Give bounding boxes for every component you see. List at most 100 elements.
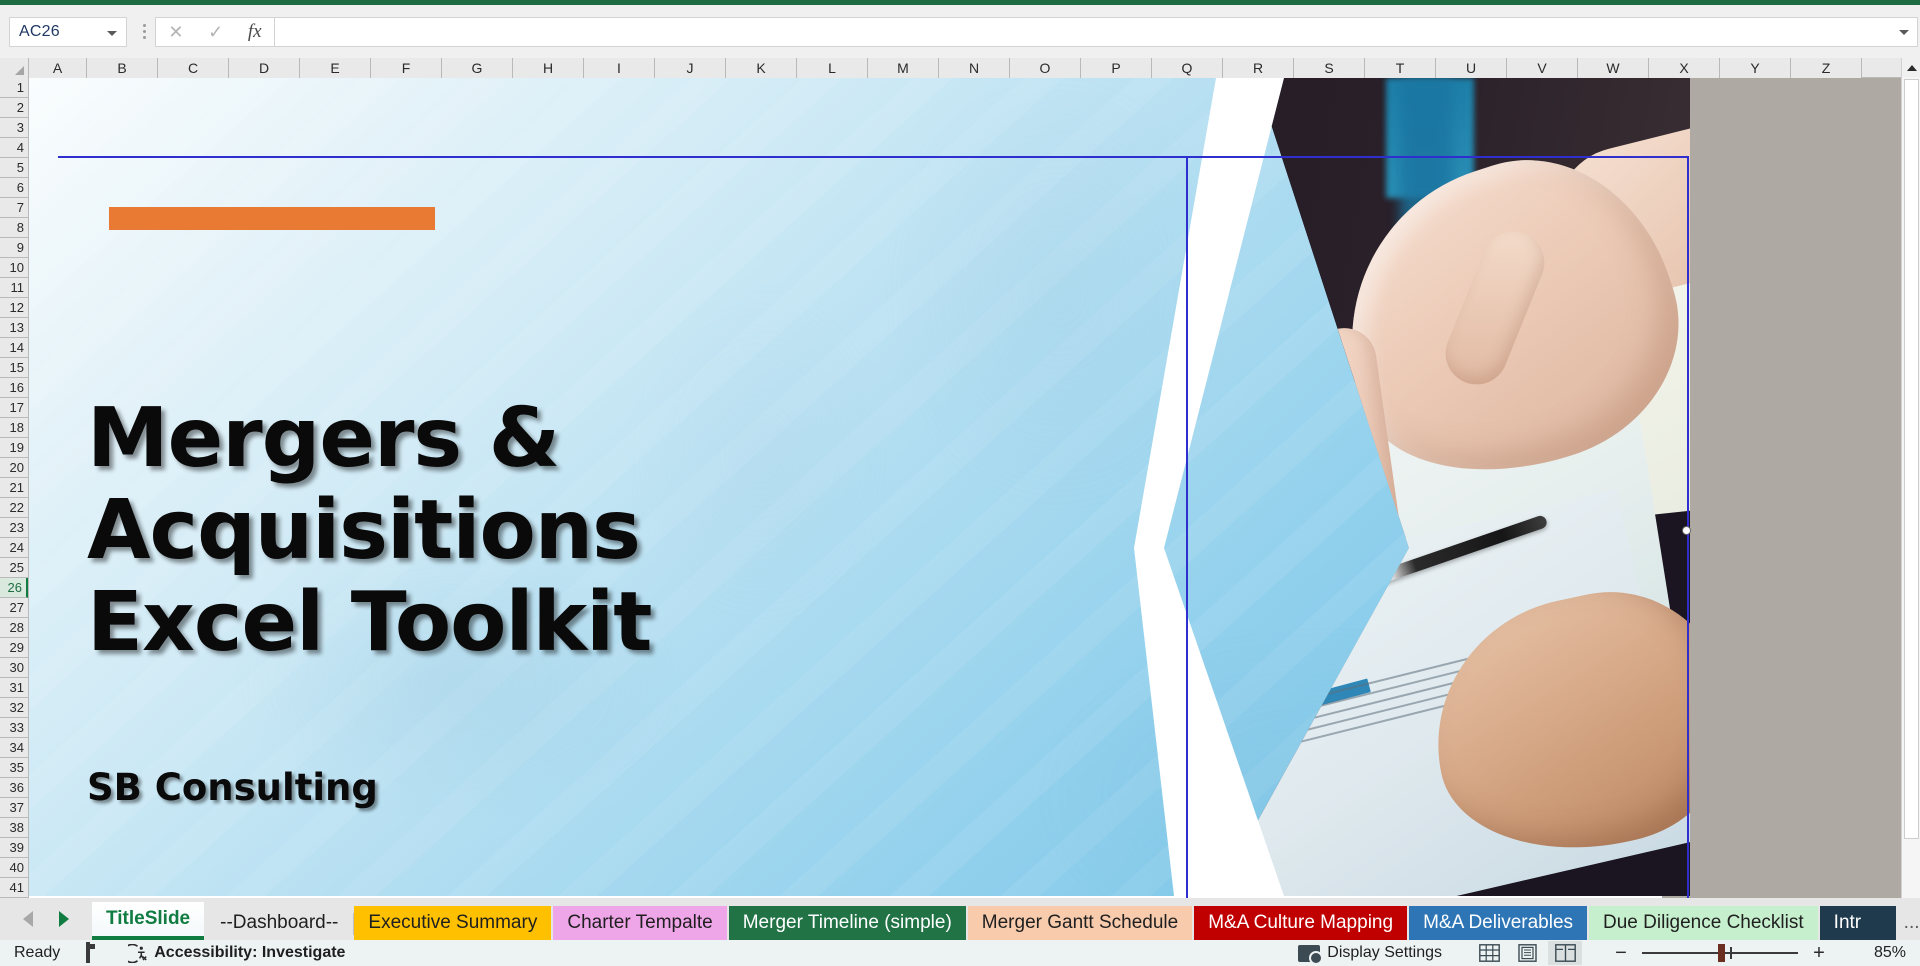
row-header-40[interactable]: 40 — [0, 858, 28, 878]
row-header-38[interactable]: 38 — [0, 818, 28, 838]
row-header-1[interactable]: 1 — [0, 78, 28, 98]
row-header-6[interactable]: 6 — [0, 178, 28, 198]
row-header-39[interactable]: 39 — [0, 838, 28, 858]
row-header-41[interactable]: 41 — [0, 878, 28, 898]
row-header-28[interactable]: 28 — [0, 618, 28, 638]
row-header-33[interactable]: 33 — [0, 718, 28, 738]
row-header-8[interactable]: 8 — [0, 218, 28, 238]
column-header-t[interactable]: T — [1365, 58, 1436, 78]
row-header-3[interactable]: 3 — [0, 118, 28, 138]
row-header-16[interactable]: 16 — [0, 378, 28, 398]
row-header-21[interactable]: 21 — [0, 478, 28, 498]
normal-view-icon[interactable] — [1472, 941, 1506, 965]
column-header-j[interactable]: J — [655, 58, 726, 78]
row-header-31[interactable]: 31 — [0, 678, 28, 698]
sheet-tab-dashboard[interactable]: --Dashboard-- — [206, 906, 355, 940]
record-macro-icon[interactable] — [86, 942, 106, 963]
sheet-tabs-overflow[interactable]: ... — [1898, 906, 1920, 940]
column-header-m[interactable]: M — [868, 58, 939, 78]
row-header-17[interactable]: 17 — [0, 398, 28, 418]
column-header-y[interactable]: Y — [1720, 58, 1791, 78]
row-header-34[interactable]: 34 — [0, 738, 28, 758]
column-header-l[interactable]: L — [797, 58, 868, 78]
right-arrow-icon[interactable] — [59, 911, 69, 927]
column-header-k[interactable]: K — [726, 58, 797, 78]
title-slide-image[interactable]: Mergers & Acquisitions Excel Toolkit SB … — [29, 78, 1690, 896]
sheet-tab-charter-tempalte[interactable]: Charter Tempalte — [553, 906, 727, 940]
zoom-control[interactable]: − + — [1608, 941, 1832, 965]
column-header-s[interactable]: S — [1294, 58, 1365, 78]
sheet-tab-merger-gantt-schedule[interactable]: Merger Gantt Schedule — [967, 906, 1193, 940]
row-header-5[interactable]: 5 — [0, 158, 28, 178]
row-header-4[interactable]: 4 — [0, 138, 28, 158]
column-header-h[interactable]: H — [513, 58, 584, 78]
zoom-slider[interactable] — [1634, 941, 1806, 965]
column-header-f[interactable]: F — [371, 58, 442, 78]
cancel-icon[interactable]: ✕ — [168, 23, 183, 41]
check-icon[interactable]: ✓ — [208, 23, 223, 41]
row-header-36[interactable]: 36 — [0, 778, 28, 798]
row-header-24[interactable]: 24 — [0, 538, 28, 558]
row-header-11[interactable]: 11 — [0, 278, 28, 298]
row-header-2[interactable]: 2 — [0, 98, 28, 118]
column-header-r[interactable]: R — [1223, 58, 1294, 78]
row-header-37[interactable]: 37 — [0, 798, 28, 818]
sheet-nav-arrows[interactable] — [0, 898, 92, 940]
expand-formula-bar-icon[interactable] — [1899, 29, 1909, 35]
row-header-35[interactable]: 35 — [0, 758, 28, 778]
column-header-e[interactable]: E — [300, 58, 371, 78]
scroll-up-button[interactable] — [1902, 58, 1920, 77]
vertical-scrollbar-thumb[interactable] — [1904, 79, 1919, 839]
sheet-tab-m-a-culture-mapping[interactable]: M&A Culture Mapping — [1194, 906, 1408, 940]
formula-bar-options-icon[interactable] — [133, 17, 155, 47]
row-header-12[interactable]: 12 — [0, 298, 28, 318]
name-box[interactable]: AC26 — [9, 16, 127, 47]
column-header-i[interactable]: I — [584, 58, 655, 78]
row-header-30[interactable]: 30 — [0, 658, 28, 678]
row-header-29[interactable]: 29 — [0, 638, 28, 658]
accessibility-status[interactable]: Accessibility: Investigate — [128, 943, 345, 963]
column-header-n[interactable]: N — [939, 58, 1010, 78]
vertical-scrollbar[interactable] — [1901, 58, 1920, 898]
column-header-u[interactable]: U — [1436, 58, 1507, 78]
row-header-26[interactable]: 26 — [0, 578, 28, 598]
row-header-19[interactable]: 19 — [0, 438, 28, 458]
sheet-tab-intr[interactable]: Intr — [1819, 906, 1896, 940]
row-header-13[interactable]: 13 — [0, 318, 28, 338]
row-header-14[interactable]: 14 — [0, 338, 28, 358]
column-header-q[interactable]: Q — [1152, 58, 1223, 78]
row-header-20[interactable]: 20 — [0, 458, 28, 478]
zoom-out-button[interactable]: − — [1608, 942, 1634, 965]
row-header-23[interactable]: 23 — [0, 518, 28, 538]
left-arrow-icon[interactable] — [23, 911, 33, 927]
column-header-a[interactable]: A — [29, 58, 87, 78]
row-header-10[interactable]: 10 — [0, 258, 28, 278]
worksheet-grid[interactable]: 1 2 3 4 5 6 7 8 9 10 11 12 13 14 15 16 17 18 19 20 21 22 23 24 2… — [0, 78, 1920, 898]
column-header-d[interactable]: D — [229, 58, 300, 78]
column-header-p[interactable]: P — [1081, 58, 1152, 78]
sheet-tab-merger-timeline-simple[interactable]: Merger Timeline (simple) — [728, 906, 966, 940]
row-header-32[interactable]: 32 — [0, 698, 28, 718]
row-header-9[interactable]: 9 — [0, 238, 28, 258]
row-header-7[interactable]: 7 — [0, 198, 28, 218]
sheet-canvas[interactable]: Mergers & Acquisitions Excel Toolkit SB … — [29, 78, 1920, 898]
sheet-tab-due-diligence-checklist[interactable]: Due Diligence Checklist — [1589, 906, 1818, 940]
column-header-z[interactable]: Z — [1791, 58, 1862, 78]
column-header-o[interactable]: O — [1010, 58, 1081, 78]
sheet-tab-titleslide[interactable]: TitleSlide — [92, 902, 205, 940]
row-header-25[interactable]: 25 — [0, 558, 28, 578]
page-layout-view-icon[interactable] — [1510, 941, 1544, 965]
column-header-g[interactable]: G — [442, 58, 513, 78]
column-header-b[interactable]: B — [87, 58, 158, 78]
column-header-w[interactable]: W — [1578, 58, 1649, 78]
sheet-tab-m-a-deliverables[interactable]: M&A Deliverables — [1409, 906, 1588, 940]
row-header-15[interactable]: 15 — [0, 358, 28, 378]
fx-icon[interactable]: fx — [248, 22, 262, 41]
display-settings-button[interactable]: Display Settings — [1298, 944, 1442, 965]
sheet-tab-bar[interactable]: TitleSlide --Dashboard-- Executive Summary… — [0, 898, 1920, 940]
view-mode-buttons[interactable] — [1472, 941, 1582, 965]
page-break-view-icon[interactable] — [1548, 941, 1582, 965]
zoom-in-button[interactable]: + — [1806, 942, 1832, 965]
column-header-c[interactable]: C — [158, 58, 229, 78]
zoom-slider-knob[interactable] — [1718, 944, 1725, 962]
